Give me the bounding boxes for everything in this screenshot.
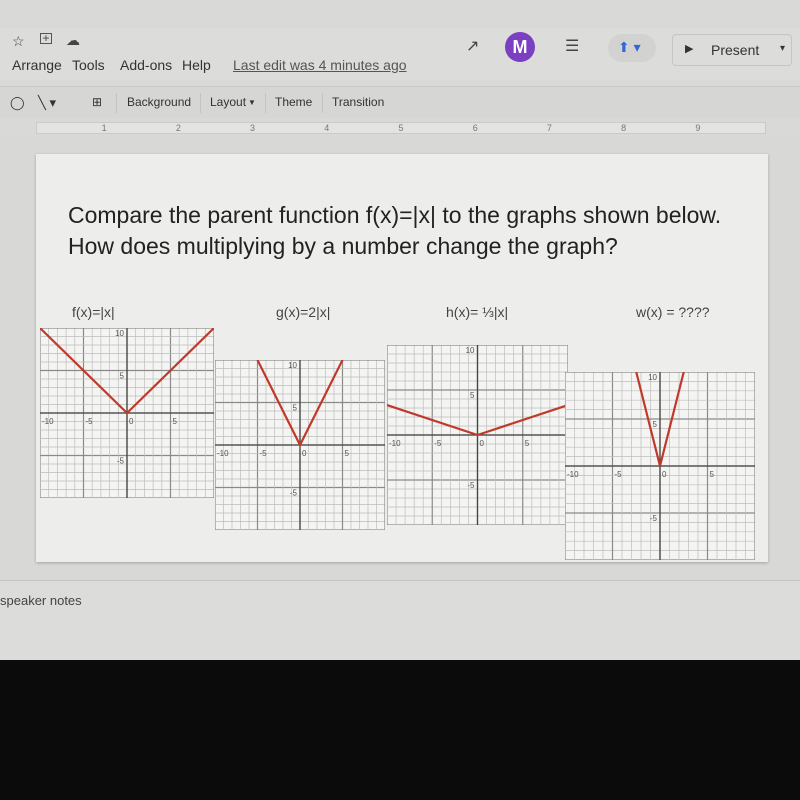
- y-tick-label: -5: [117, 457, 125, 466]
- x-tick-label: 0: [129, 417, 134, 426]
- line-tool-icon[interactable]: ╲ ▾: [38, 95, 56, 111]
- share-present-icon[interactable]: ⬆ ▾: [608, 34, 656, 62]
- y-tick-label: 10: [466, 346, 475, 355]
- divider: [200, 93, 201, 113]
- x-tick-label: 5: [173, 417, 178, 426]
- toolbar: ◯ ╲ ▾ ⊞ Background Layout ▼ Theme Transi…: [0, 86, 800, 118]
- layout-button[interactable]: Layout: [210, 95, 246, 109]
- x-tick-label: 0: [480, 439, 485, 448]
- menu-addons[interactable]: Add-ons: [120, 57, 172, 73]
- move-folder-icon[interactable]: +: [40, 32, 52, 44]
- speaker-notes-panel[interactable]: speaker notes: [0, 580, 800, 660]
- x-tick-label: -5: [615, 470, 623, 479]
- ruler-tick: 5: [398, 123, 404, 133]
- y-tick-label: 5: [470, 391, 475, 400]
- menu-tools[interactable]: Tools: [72, 57, 105, 73]
- y-tick-label: 5: [120, 372, 125, 381]
- graph-label-h: h(x)= ⅓|x|: [446, 304, 509, 320]
- background-button[interactable]: Background: [127, 95, 191, 109]
- y-tick-label: 10: [115, 329, 124, 338]
- x-tick-label: 5: [525, 439, 530, 448]
- activity-trend-icon[interactable]: ↗: [466, 36, 479, 56]
- cloud-status-icon[interactable]: ☁: [66, 32, 80, 49]
- comments-icon[interactable]: ☰: [565, 36, 579, 56]
- graph-label-w: w(x) = ????: [636, 304, 710, 320]
- ruler-tick: 7: [546, 123, 552, 133]
- star-icon[interactable]: ☆: [12, 33, 25, 50]
- ruler-tick: 9: [695, 123, 701, 133]
- x-tick-label: 5: [345, 449, 350, 458]
- transition-button[interactable]: Transition: [332, 95, 384, 109]
- y-tick-label: 5: [653, 420, 658, 429]
- avatar[interactable]: M: [505, 32, 535, 62]
- present-label: Present: [711, 42, 760, 58]
- x-tick-label: -10: [217, 449, 229, 458]
- screen: ☆ + ☁ Arrange Tools Add-ons Help Last ed…: [0, 0, 800, 660]
- ruler-tick: 1: [101, 123, 107, 133]
- present-button[interactable]: ▶ Present ▾: [672, 34, 792, 66]
- y-tick-label: 10: [288, 361, 297, 370]
- divider: [322, 93, 323, 113]
- slide[interactable]: Compare the parent function f(x)=|x| to …: [36, 154, 768, 562]
- y-tick-label: 10: [648, 373, 657, 382]
- menu-help[interactable]: Help: [182, 57, 211, 73]
- x-tick-label: 0: [662, 470, 667, 479]
- y-tick-label: 5: [293, 404, 298, 413]
- divider: [116, 93, 117, 113]
- chevron-down-icon[interactable]: ▾: [780, 43, 785, 54]
- graph-label-f: f(x)=|x|: [72, 304, 115, 320]
- y-tick-label: -5: [290, 489, 298, 498]
- ruler[interactable]: 1 2 3 4 5 6 7 8 9: [36, 122, 766, 134]
- question-text[interactable]: Compare the parent function f(x)=|x| to …: [68, 200, 748, 262]
- graph-h: -10-50510105-5-10: [387, 345, 568, 525]
- x-tick-label: -5: [260, 449, 268, 458]
- ruler-tick: 3: [250, 123, 256, 133]
- x-tick-label: -5: [86, 417, 94, 426]
- y-tick-label: -5: [467, 481, 475, 490]
- x-tick-label: -5: [434, 439, 442, 448]
- menu-arrange[interactable]: Arrange: [12, 57, 62, 73]
- ruler-tick: 6: [472, 123, 478, 133]
- chevron-down-icon: ▼: [248, 98, 256, 107]
- graph-f: -10-50510105-5-10: [40, 328, 214, 498]
- x-tick-label: 5: [710, 470, 715, 479]
- x-tick-label: -10: [389, 439, 401, 448]
- x-tick-label: 0: [302, 449, 307, 458]
- graph-g: -10-50510105-5-10: [215, 360, 385, 530]
- graph-w: -10-50510105-5-10: [565, 372, 755, 560]
- divider: [265, 93, 266, 113]
- add-comment-icon[interactable]: ⊞: [92, 95, 102, 109]
- x-tick-label: -10: [567, 470, 579, 479]
- y-tick-label: -5: [650, 514, 658, 523]
- shape-icon[interactable]: ◯: [10, 95, 25, 111]
- ruler-tick: 2: [175, 123, 181, 133]
- last-edit-link[interactable]: Last edit was 4 minutes ago: [233, 57, 407, 73]
- x-tick-label: -10: [42, 417, 54, 426]
- theme-button[interactable]: Theme: [275, 95, 312, 109]
- play-icon: ▶: [685, 43, 694, 55]
- ruler-tick: 4: [324, 123, 330, 133]
- graph-label-g: g(x)=2|x|: [276, 304, 331, 320]
- speaker-notes-placeholder[interactable]: speaker notes: [0, 593, 82, 608]
- ruler-tick: 8: [621, 123, 627, 133]
